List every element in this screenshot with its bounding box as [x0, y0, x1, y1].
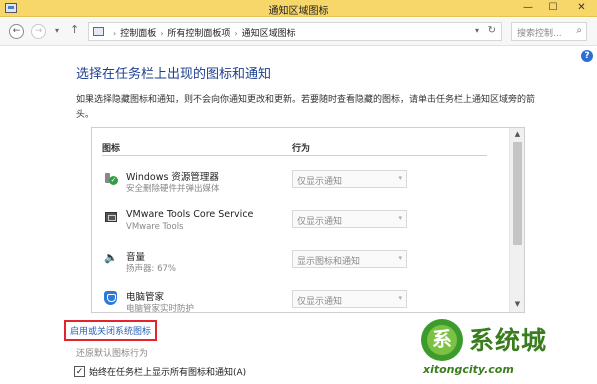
column-header-icon: 图标 — [102, 144, 121, 154]
list-item: VMware Tools Core Service VMware Tools 仅… — [92, 208, 510, 248]
breadcrumb: › 控制面板 › 所有控制面板项 › 通知区域图标 — [109, 26, 296, 39]
item-description: 扬声器: 67% — [126, 264, 176, 274]
search-box[interactable]: 搜索控制... ⌕ — [511, 22, 587, 41]
up-button[interactable]: ↑ — [70, 23, 79, 36]
behavior-select-value: 仅显示通知 — [297, 217, 343, 227]
page-title: 选择在任务栏上出现的图标和通知 — [76, 67, 272, 82]
tencent-pc-manager-icon — [104, 291, 117, 305]
minimize-button[interactable]: — — [516, 0, 540, 17]
always-show-all-checkbox[interactable]: ✓ — [74, 366, 85, 377]
watermark: 系 系统城 xitongcity.com — [413, 315, 595, 381]
usb-safely-remove-icon: ✓ — [104, 171, 118, 185]
item-name: VMware Tools Core Service — [126, 209, 254, 220]
close-button[interactable]: ✕ — [566, 0, 597, 17]
address-dropdown-icon[interactable]: ▾ — [475, 26, 479, 35]
item-name: 音量 — [126, 252, 146, 263]
breadcrumb-notification-icons[interactable]: 通知区域图标 — [242, 29, 296, 39]
page-description: 如果选择隐藏图标和通知，则不会向你通知更改和更新。若要随时查看隐藏的图标，请单击… — [76, 95, 536, 120]
chevron-down-icon: ▾ — [398, 254, 402, 262]
list-item: 🔈 音量 扬声器: 67% 显示图标和通知 ▾ — [92, 248, 510, 288]
breadcrumb-separator-icon: › — [113, 29, 117, 38]
item-description: 安全删除硬件并弹出媒体 — [126, 184, 220, 194]
recent-locations-dropdown[interactable]: ▾ — [55, 26, 59, 35]
behavior-select-value: 仅显示通知 — [297, 297, 343, 307]
site-name: 系统城 — [469, 326, 548, 355]
forward-button[interactable]: → — [31, 24, 46, 39]
maximize-button[interactable]: ☐ — [541, 0, 565, 17]
chevron-down-icon: ▾ — [398, 174, 402, 182]
breadcrumb-separator-icon[interactable]: › — [234, 29, 237, 38]
breadcrumb-separator-icon[interactable]: › — [160, 29, 163, 38]
search-input[interactable]: 搜索控制... — [517, 26, 562, 39]
behavior-select[interactable]: 仅显示通知 ▾ — [292, 290, 407, 308]
site-url: xitongcity.com — [423, 363, 514, 376]
behavior-select-value: 仅显示通知 — [297, 177, 343, 187]
header-divider — [102, 155, 487, 156]
behavior-select-value: 显示图标和通知 — [297, 257, 361, 267]
item-name: Windows 资源管理器 — [126, 172, 219, 183]
restore-defaults-link[interactable]: 还原默认图标行为 — [76, 346, 148, 359]
control-panel-icon — [93, 27, 104, 36]
title-bar: 通知区域图标 — ☐ ✕ — [0, 0, 597, 17]
speaker-icon: 🔈 — [104, 251, 118, 264]
behavior-select[interactable]: 仅显示通知 ▾ — [292, 210, 407, 228]
vmware-tools-icon — [105, 212, 117, 222]
vertical-scrollbar[interactable]: ▲ ▼ — [509, 128, 524, 312]
chevron-down-icon: ▾ — [398, 294, 402, 302]
always-show-all-label[interactable]: 始终在任务栏上显示所有图标和通知(A) — [89, 368, 246, 378]
column-header-behavior: 行为 — [292, 144, 311, 154]
back-button[interactable]: ← — [9, 24, 24, 39]
breadcrumb-control-panel[interactable]: 控制面板 — [120, 29, 156, 39]
breadcrumb-all-items[interactable]: 所有控制面板项 — [167, 29, 230, 39]
scroll-down-icon[interactable]: ▼ — [510, 300, 524, 310]
list-item: ✓ Windows 资源管理器 安全删除硬件并弹出媒体 仅显示通知 ▾ — [92, 168, 510, 208]
search-icon[interactable]: ⌕ — [576, 25, 582, 36]
chevron-down-icon: ▾ — [398, 214, 402, 222]
refresh-icon[interactable]: ↻ — [488, 25, 496, 36]
always-show-all-row: ✓ 始终在任务栏上显示所有图标和通知(A) — [74, 365, 246, 378]
address-bar[interactable]: › 控制面板 › 所有控制面板项 › 通知区域图标 ▾ ↻ — [88, 22, 502, 41]
item-description: VMware Tools — [126, 222, 184, 232]
system-icons-link[interactable]: 启用或关闭系统图标 — [64, 320, 158, 341]
icon-list-panel: 图标 行为 ✓ Windows 资源管理器 安全删除硬件并弹出媒体 仅显示通知 … — [91, 127, 525, 313]
navigation-bar: ← → ▾ ↑ › 控制面板 › 所有控制面板项 › 通知区域图标 ▾ ↻ 搜索控制...… — [0, 18, 597, 46]
site-logo-char: 系 — [432, 327, 452, 351]
behavior-select[interactable]: 仅显示通知 ▾ — [292, 170, 407, 188]
scroll-thumb[interactable] — [513, 142, 522, 245]
window-title: 通知区域图标 — [268, 6, 329, 17]
item-description: 电脑管家实时防护 — [126, 304, 195, 313]
list-item: 电脑管家 电脑管家实时防护 仅显示通知 ▾ — [92, 288, 510, 313]
behavior-select[interactable]: 显示图标和通知 ▾ — [292, 250, 407, 268]
scroll-up-icon[interactable]: ▲ — [510, 130, 524, 140]
help-icon[interactable]: ? — [581, 50, 593, 62]
item-name: 电脑管家 — [126, 292, 165, 303]
